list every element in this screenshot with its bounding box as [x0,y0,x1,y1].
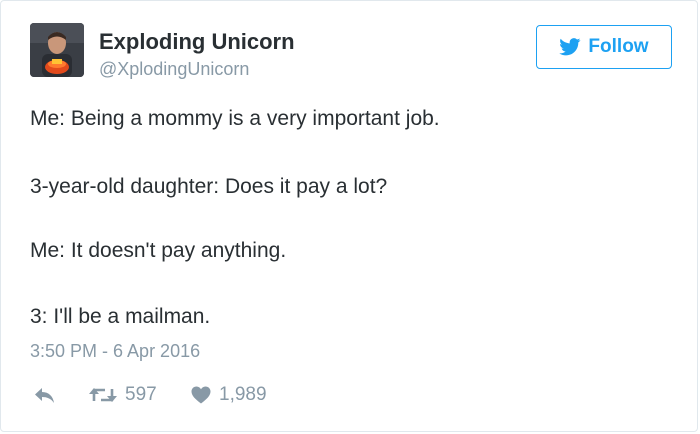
tweet-text-line: 3-year-old daughter: Does it pay a lot? [30,175,388,198]
author-handle[interactable]: @XplodingUnicorn [99,59,249,80]
tweet-text-line: Me: It doesn't pay anything. [30,239,287,262]
avatar-image [30,23,84,77]
author-name[interactable]: Exploding Unicorn [99,29,295,55]
twitter-bird-icon [559,38,581,56]
reply-icon [35,388,54,403]
like-button[interactable]: 1,989 [191,381,267,409]
tweet-text-line: Me: Being a mommy is a very important jo… [30,107,440,130]
tweet-timestamp[interactable]: 3:50 PM - 6 Apr 2016 [30,341,200,362]
like-count: 1,989 [219,384,267,405]
retweet-icon [89,388,117,402]
avatar[interactable] [30,23,84,77]
reply-button[interactable] [34,381,56,409]
follow-button-label: Follow [588,36,649,57]
retweet-button[interactable]: 597 [89,381,157,409]
tweet-card: Exploding Unicorn @XplodingUnicorn Follo… [0,0,698,432]
retweet-count: 597 [125,384,157,405]
heart-icon [191,386,211,404]
follow-button[interactable]: Follow [536,25,672,69]
tweet-text-line: 3: I'll be a mailman. [30,305,211,328]
